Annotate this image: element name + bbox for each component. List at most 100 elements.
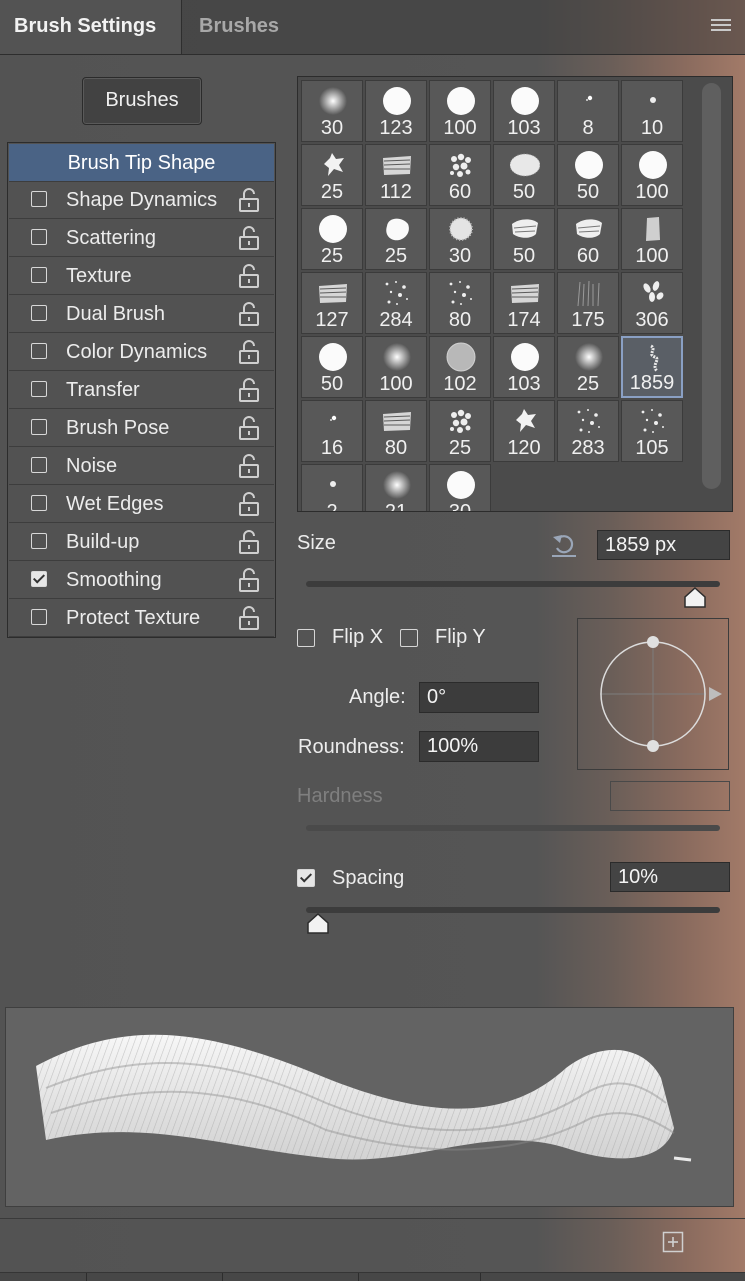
unlock-icon[interactable] <box>238 188 260 212</box>
brush-preset[interactable]: 25 <box>365 208 427 270</box>
unlock-icon[interactable] <box>238 264 260 288</box>
brush-preset[interactable]: 112 <box>365 144 427 206</box>
brush-preset[interactable]: 123 <box>365 80 427 142</box>
option-checkbox[interactable] <box>31 495 47 511</box>
option-checkbox[interactable] <box>31 229 47 245</box>
option-checkbox[interactable] <box>31 571 47 587</box>
unlock-icon[interactable] <box>238 530 260 554</box>
brush-preset[interactable]: 100 <box>365 336 427 398</box>
option-checkbox[interactable] <box>31 533 47 549</box>
option-build-up[interactable]: Build-up <box>9 524 274 561</box>
brush-preset[interactable]: 60 <box>429 144 491 206</box>
brush-preset[interactable]: 102 <box>429 336 491 398</box>
option-protect-texture[interactable]: Protect Texture <box>9 600 274 637</box>
size-slider-track[interactable] <box>306 581 720 587</box>
panel-menu-icon[interactable] <box>711 19 731 33</box>
unlock-icon[interactable] <box>238 606 260 630</box>
brush-preset[interactable]: 100 <box>621 144 683 206</box>
option-shape-dynamics[interactable]: Shape Dynamics <box>9 182 274 219</box>
option-checkbox[interactable] <box>31 267 47 283</box>
unlock-icon[interactable] <box>238 454 260 478</box>
brush-preset[interactable]: 175 <box>557 272 619 334</box>
brush-preset[interactable]: 30 <box>429 464 491 511</box>
brush-preset[interactable]: 80 <box>429 272 491 334</box>
brush-preset[interactable]: 30 <box>301 80 363 142</box>
option-checkbox[interactable] <box>31 381 47 397</box>
brush-preset[interactable]: 10 <box>621 80 683 142</box>
flip-y-checkbox[interactable] <box>400 629 418 647</box>
brush-preset[interactable]: 100 <box>621 208 683 270</box>
brush-preset[interactable]: 284 <box>365 272 427 334</box>
size-label: Size <box>297 532 336 554</box>
option-checkbox[interactable] <box>31 305 47 321</box>
brush-preset[interactable]: 25 <box>301 144 363 206</box>
brush-preset[interactable]: 25 <box>429 400 491 462</box>
unlock-icon[interactable] <box>238 378 260 402</box>
brush-preset[interactable]: 16 <box>301 400 363 462</box>
size-field[interactable]: 1859 px <box>597 530 730 560</box>
spacing-checkbox[interactable] <box>297 869 315 887</box>
angle-field[interactable]: 0° <box>419 682 539 713</box>
brush-preset[interactable]: 174 <box>493 272 555 334</box>
option-color-dynamics[interactable]: Color Dynamics <box>9 334 274 371</box>
brush-preset[interactable]: 21 <box>365 464 427 511</box>
preset-size: 175 <box>571 309 605 331</box>
reset-size-icon[interactable] <box>550 532 578 558</box>
option-dual-brush[interactable]: Dual Brush <box>9 296 274 333</box>
option-noise[interactable]: Noise <box>9 448 274 485</box>
brushes-button[interactable]: Brushes <box>82 77 202 125</box>
spacing-slider-thumb[interactable] <box>306 912 330 936</box>
option-checkbox[interactable] <box>31 457 47 473</box>
hard-round-brush-icon <box>574 150 604 180</box>
brush-preset[interactable]: 25 <box>557 336 619 398</box>
brush-preset[interactable]: 30 <box>429 208 491 270</box>
brush-preset[interactable]: 127 <box>301 272 363 334</box>
angle-roundness-widget[interactable] <box>577 618 729 770</box>
unlock-icon[interactable] <box>238 226 260 250</box>
brush-preset[interactable]: 283 <box>557 400 619 462</box>
brush-preset[interactable]: 25 <box>301 208 363 270</box>
brush-preset[interactable]: 50 <box>301 336 363 398</box>
option-smoothing[interactable]: Smoothing <box>9 562 274 599</box>
option-checkbox[interactable] <box>31 609 47 625</box>
create-new-brush-icon[interactable] <box>662 1231 684 1253</box>
oval-texture-brush-icon <box>509 150 541 180</box>
brush-preset[interactable]: 100 <box>429 80 491 142</box>
tab-brush-settings[interactable]: Brush Settings <box>0 0 182 54</box>
size-slider-thumb[interactable] <box>683 586 707 610</box>
tab-brushes[interactable]: Brushes <box>185 0 293 54</box>
brush-preset[interactable]: 50 <box>493 144 555 206</box>
unlock-icon[interactable] <box>238 416 260 440</box>
unlock-icon[interactable] <box>238 340 260 364</box>
brush-preset[interactable]: 50 <box>557 144 619 206</box>
brush-tip-shape-item[interactable]: Brush Tip Shape <box>9 144 274 182</box>
unlock-icon[interactable] <box>238 302 260 326</box>
option-scattering[interactable]: Scattering <box>9 220 274 257</box>
preset-scrollbar[interactable] <box>702 83 721 489</box>
brush-preset[interactable]: 120 <box>493 400 555 462</box>
brush-preset[interactable]: 103 <box>493 336 555 398</box>
spatter-brush-icon <box>638 406 668 436</box>
brush-preset[interactable]: 306 <box>621 272 683 334</box>
brush-preset[interactable]: 2 <box>301 464 363 511</box>
roundness-field[interactable]: 100% <box>419 731 539 762</box>
option-brush-pose[interactable]: Brush Pose <box>9 410 274 447</box>
brush-preset[interactable]: 80 <box>365 400 427 462</box>
brush-preset[interactable]: 103 <box>493 80 555 142</box>
flip-x-checkbox[interactable] <box>297 629 315 647</box>
brush-preset[interactable]: 50 <box>493 208 555 270</box>
option-checkbox[interactable] <box>31 419 47 435</box>
option-checkbox[interactable] <box>31 191 47 207</box>
brush-preset[interactable]: 1859 <box>621 336 683 398</box>
option-wet-edges[interactable]: Wet Edges <box>9 486 274 523</box>
brush-preset[interactable]: 60 <box>557 208 619 270</box>
option-checkbox[interactable] <box>31 343 47 359</box>
brush-preset[interactable]: 8 <box>557 80 619 142</box>
unlock-icon[interactable] <box>238 492 260 516</box>
spacing-slider-track[interactable] <box>306 907 720 913</box>
option-transfer[interactable]: Transfer <box>9 372 274 409</box>
spacing-field[interactable]: 10% <box>610 862 730 892</box>
option-texture[interactable]: Texture <box>9 258 274 295</box>
unlock-icon[interactable] <box>238 568 260 592</box>
brush-preset[interactable]: 105 <box>621 400 683 462</box>
